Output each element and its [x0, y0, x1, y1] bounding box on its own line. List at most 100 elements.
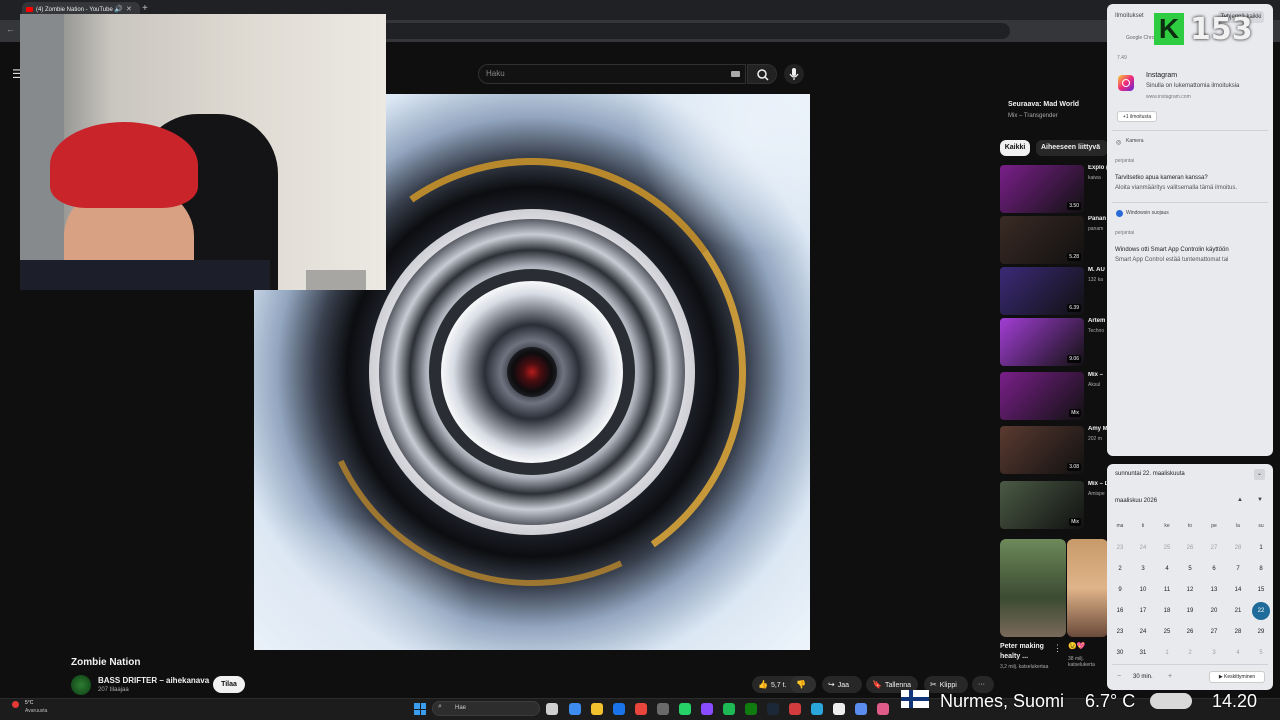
- calendar-day[interactable]: 28: [1229, 539, 1247, 557]
- calendar-day[interactable]: 13: [1205, 581, 1223, 599]
- recommendation-title[interactable]: Mix –: [1088, 372, 1108, 378]
- calendar-day[interactable]: 23: [1111, 539, 1129, 557]
- calendar-day[interactable]: 14: [1229, 581, 1247, 599]
- edge-icon[interactable]: [811, 703, 823, 715]
- calendar-day[interactable]: 2: [1111, 560, 1129, 578]
- calendar-day[interactable]: 25: [1158, 623, 1176, 641]
- capcut-icon[interactable]: [833, 703, 845, 715]
- calendar-month[interactable]: maaliskuu 2026: [1115, 498, 1157, 504]
- security-notification-title[interactable]: Windows otti Smart App Controlin käyttöö…: [1115, 247, 1229, 253]
- calendar-day[interactable]: 7: [1229, 560, 1247, 578]
- calendar-day[interactable]: 28: [1229, 623, 1247, 641]
- calendar-day[interactable]: 24: [1134, 539, 1152, 557]
- game-icon[interactable]: [789, 703, 801, 715]
- recommendation-thumbnail[interactable]: 9.06: [1000, 318, 1084, 366]
- calendar-day[interactable]: 3: [1134, 560, 1152, 578]
- recommendation-title[interactable]: M. AU: [1088, 267, 1108, 273]
- recommendation-title[interactable]: Panan menn: [1088, 216, 1108, 222]
- calendar-day[interactable]: 20: [1205, 602, 1223, 620]
- chevron-down-icon[interactable]: ▼: [1257, 497, 1263, 503]
- short-thumbnail[interactable]: [1000, 539, 1066, 637]
- xbox-icon[interactable]: [745, 703, 757, 715]
- voice-search-button[interactable]: [784, 64, 804, 84]
- calendar-day[interactable]: 31: [1134, 644, 1152, 662]
- copilot-icon[interactable]: [569, 703, 581, 715]
- calendar-day[interactable]: 18: [1158, 602, 1176, 620]
- recommendation-thumbnail[interactable]: 3.50: [1000, 165, 1084, 213]
- recommendation-item[interactable]: 9.06 Artem me (T Techno: [1000, 318, 1108, 366]
- task-view-icon[interactable]: [546, 703, 558, 715]
- spotify-icon[interactable]: [723, 703, 735, 715]
- instagram-notification-text[interactable]: Sinulla on lukemattomia ilmoituksia: [1146, 83, 1239, 89]
- recommendation-thumbnail[interactable]: 6.39: [1000, 267, 1084, 315]
- calendar-day[interactable]: 27: [1205, 539, 1223, 557]
- obs-icon[interactable]: [657, 703, 669, 715]
- calendar-day[interactable]: 3: [1205, 644, 1223, 662]
- recommendation-title[interactable]: Artem me (T: [1088, 318, 1108, 324]
- calendar-day[interactable]: 25: [1158, 539, 1176, 557]
- recommendation-thumbnail[interactable]: 5.28: [1000, 216, 1084, 264]
- windows-start-icon[interactable]: [414, 703, 426, 715]
- calendar-day[interactable]: 5: [1252, 644, 1270, 662]
- calendar-day[interactable]: 8: [1252, 560, 1270, 578]
- chevron-up-icon[interactable]: ▲: [1237, 497, 1243, 503]
- file-explorer-icon[interactable]: [591, 703, 603, 715]
- camera-notification-title[interactable]: Tarvitsetko apua kameran kanssa?: [1115, 175, 1208, 181]
- recommendation-thumbnail[interactable]: Mix: [1000, 372, 1084, 420]
- calendar-day[interactable]: 23: [1111, 623, 1129, 641]
- chevron-down-icon[interactable]: ⌄: [1254, 469, 1265, 480]
- more-options-icon[interactable]: ⋮: [1053, 643, 1062, 654]
- subscribe-button[interactable]: Tilaa: [213, 676, 245, 693]
- recommendation-item[interactable]: Mix Mix – Do Amispe: [1000, 481, 1108, 529]
- taskbar-search-input[interactable]: Hae: [432, 701, 540, 716]
- instagram-notification-title[interactable]: Instagram: [1146, 72, 1177, 79]
- whatsapp-icon[interactable]: [679, 703, 691, 715]
- weather-icon[interactable]: [12, 701, 19, 708]
- recommendation-item[interactable]: 3.50 Explo (Exter kaiwa: [1000, 165, 1108, 213]
- recommendation-thumbnail[interactable]: Mix: [1000, 481, 1084, 529]
- chrome-icon[interactable]: [635, 703, 647, 715]
- calendar-day[interactable]: 11: [1158, 581, 1176, 599]
- messenger-icon[interactable]: [701, 703, 713, 715]
- focus-button[interactable]: ▶ Keskittyminen: [1209, 671, 1265, 683]
- back-arrow-icon[interactable]: ←: [6, 24, 15, 34]
- chip-related[interactable]: Aiheeseen liittyvä: [1036, 140, 1108, 156]
- recommendation-title[interactable]: Amy M Life: [1088, 426, 1108, 432]
- channel-avatar[interactable]: [71, 675, 91, 695]
- dislike-button[interactable]: 👎: [790, 676, 816, 693]
- recommendation-title[interactable]: Mix – Do: [1088, 481, 1108, 487]
- recommendation-item[interactable]: 5.28 Panan menn panam: [1000, 216, 1108, 264]
- weather-temperature[interactable]: 5°C: [25, 700, 33, 706]
- short-title[interactable]: Peter making healty ...: [1000, 642, 1056, 662]
- calendar-day[interactable]: 24: [1134, 623, 1152, 641]
- recommendation-item[interactable]: 3.08 Amy M Life 202 m: [1000, 426, 1108, 474]
- calendar-day[interactable]: 9: [1111, 581, 1129, 599]
- snipping-icon[interactable]: [877, 703, 889, 715]
- keyboard-icon[interactable]: [731, 71, 740, 77]
- recommendation-item[interactable]: 6.39 M. AU 132 ka: [1000, 267, 1108, 315]
- recommendation-thumbnail[interactable]: 3.08: [1000, 426, 1084, 474]
- channel-name[interactable]: BASS DRIFTER – aihekanava: [98, 676, 209, 685]
- calendar-day[interactable]: 12: [1181, 581, 1199, 599]
- minus-icon[interactable]: −: [1117, 673, 1121, 680]
- search-input[interactable]: Haku: [478, 64, 746, 84]
- share-button[interactable]: ↪ Jaa: [822, 676, 862, 693]
- calendar-day[interactable]: 4: [1158, 560, 1176, 578]
- more-notifications-button[interactable]: +1 ilmoitusta: [1117, 111, 1157, 122]
- plus-icon[interactable]: +: [1168, 673, 1172, 680]
- calendar-day[interactable]: 21: [1229, 602, 1247, 620]
- steam-icon[interactable]: [767, 703, 779, 715]
- camera-notification-text[interactable]: Aloita vianmääritys valitsemalla tämä il…: [1115, 185, 1237, 191]
- calendar-day[interactable]: 6: [1205, 560, 1223, 578]
- calendar-day[interactable]: 5: [1181, 560, 1199, 578]
- calendar-day[interactable]: 26: [1181, 539, 1199, 557]
- calendar-day[interactable]: 1: [1158, 644, 1176, 662]
- outlook-icon[interactable]: [613, 703, 625, 715]
- search-button[interactable]: [747, 64, 777, 84]
- calendar-day[interactable]: 15: [1252, 581, 1270, 599]
- calendar-day[interactable]: 1: [1252, 539, 1270, 557]
- short-title[interactable]: 😉💖: [1068, 642, 1085, 650]
- recommendation-item[interactable]: Mix Mix – Aksul: [1000, 372, 1108, 420]
- weather-description[interactable]: Avaruusta: [25, 708, 47, 714]
- new-tab-button[interactable]: +: [142, 3, 148, 14]
